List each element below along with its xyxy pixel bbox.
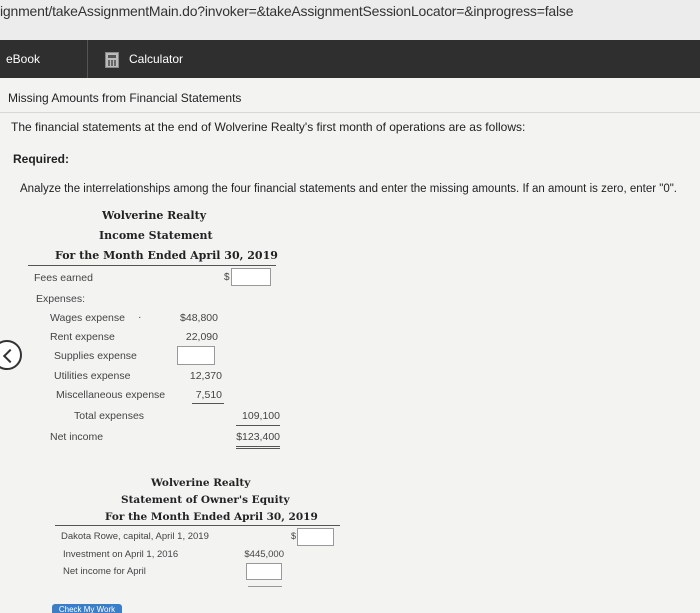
capital-input[interactable] [297, 528, 334, 546]
is-period: For the Month Ended April 30, 2019 [55, 249, 278, 262]
net-income-label: Net income [50, 431, 104, 443]
oe-subtotal-rule [248, 586, 282, 587]
is-company-name: Wolverine Realty [102, 209, 207, 222]
oe-period: For the Month Ended April 30, 2019 [105, 511, 318, 523]
expenses-label: Expenses: [36, 293, 86, 305]
oe-company-name: Wolverine Realty [151, 477, 251, 489]
supplies-expense-input[interactable] [177, 346, 215, 365]
oe-net-income-label: Net income for April [63, 566, 146, 577]
check-my-work-button[interactable]: Check My Work [52, 604, 122, 613]
instruction-text: Analyze the interrelationships among the… [20, 183, 677, 195]
divider [0, 112, 700, 113]
fees-earned-label: Fees earned [34, 272, 93, 284]
toolbar: eBook Calculator [0, 40, 700, 78]
back-arrow-icon[interactable] [0, 340, 22, 370]
wages-expense-label: Wages expense [50, 312, 125, 324]
calculator-label: Calculator [129, 52, 184, 66]
net-income-value: $123,400 [236, 431, 280, 443]
utilities-expense-value: 12,370 [189, 370, 222, 382]
investment-value: $445,000 [244, 549, 284, 560]
oe-header-rule [55, 525, 340, 526]
total-expenses-rule [236, 425, 280, 426]
ebook-tab[interactable]: eBook [0, 40, 88, 78]
investment-label: Investment on April 1, 2016 [63, 549, 179, 560]
rent-expense-value: 22,090 [185, 331, 218, 343]
oe-net-income-input[interactable] [246, 563, 282, 580]
misc-expense-value: 7,510 [195, 389, 222, 401]
fees-earned-dollar: $ [224, 272, 230, 283]
wages-expense-value: $48,800 [180, 312, 218, 324]
is-header-rule [28, 265, 276, 266]
expenses-subtotal-rule [192, 403, 224, 404]
url-text[interactable]: ignment/takeAssignmentMain.do?invoker=&t… [0, 3, 573, 19]
total-expenses-label: Total expenses [74, 410, 145, 422]
calculator-tab[interactable]: Calculator [105, 40, 183, 78]
net-income-double-rule [236, 446, 280, 449]
problem-title: Missing Amounts from Financial Statement… [8, 91, 242, 105]
rent-expense-label: Rent expense [50, 331, 115, 343]
capital-dollar: $ [291, 531, 297, 541]
misc-expense-label: Miscellaneous expense [56, 389, 166, 401]
total-expenses-value: 109,100 [242, 410, 280, 422]
fees-earned-input[interactable] [231, 268, 271, 286]
supplies-expense-label: Supplies expense [54, 350, 137, 362]
address-bar[interactable]: ignment/takeAssignmentMain.do?invoker=&t… [0, 0, 700, 40]
required-label: Required: [13, 152, 70, 166]
calculator-icon [105, 51, 119, 68]
is-statement-name: Income Statement [99, 229, 213, 242]
utilities-expense-label: Utilities expense [54, 370, 131, 382]
problem-intro: The financial statements at the end of W… [11, 120, 526, 134]
cursor-dot: · [138, 311, 142, 323]
capital-label: Dakota Rowe, capital, April 1, 2019 [61, 531, 209, 542]
oe-statement-name: Statement of Owner's Equity [121, 494, 290, 506]
